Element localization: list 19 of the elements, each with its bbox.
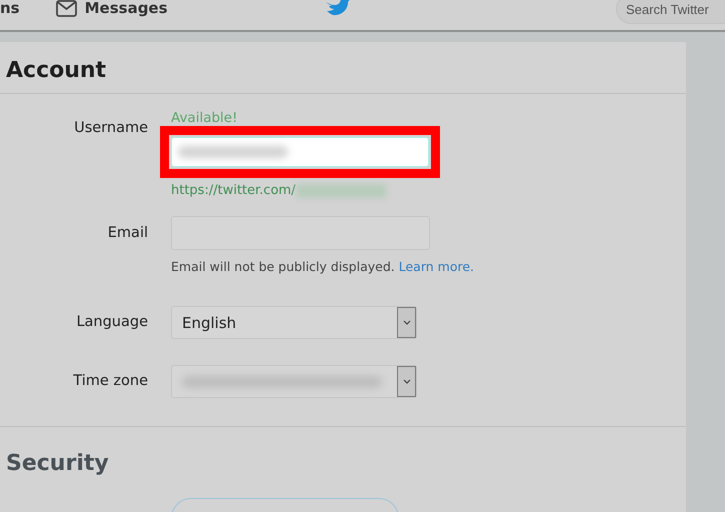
field-label: Language [75,314,148,330]
field-label: Time zone [72,373,148,389]
nav-tab[interactable]: ns [0,0,20,17]
timezone-select[interactable] [171,365,417,398]
section-title: Account [5,57,108,85]
bird-icon[interactable] [326,0,350,16]
section-title: Security [5,450,109,476]
language-select[interactable]: English [171,306,417,339]
email-hint: Email will not be publicly displayed. Learn more. [171,259,475,274]
field-label: Username [73,120,148,136]
username-field[interactable] [171,137,429,167]
availability-status: Available! [171,110,238,126]
field-label: Email [106,225,148,241]
caret-icon [402,320,410,326]
envelope-icon [56,0,77,16]
search-field[interactable]: Search Twitter [616,0,725,24]
nav-tab[interactable]: Messages [56,0,168,17]
caret-icon [402,378,410,384]
profile-url: https://twitter.com/ [171,183,296,198]
